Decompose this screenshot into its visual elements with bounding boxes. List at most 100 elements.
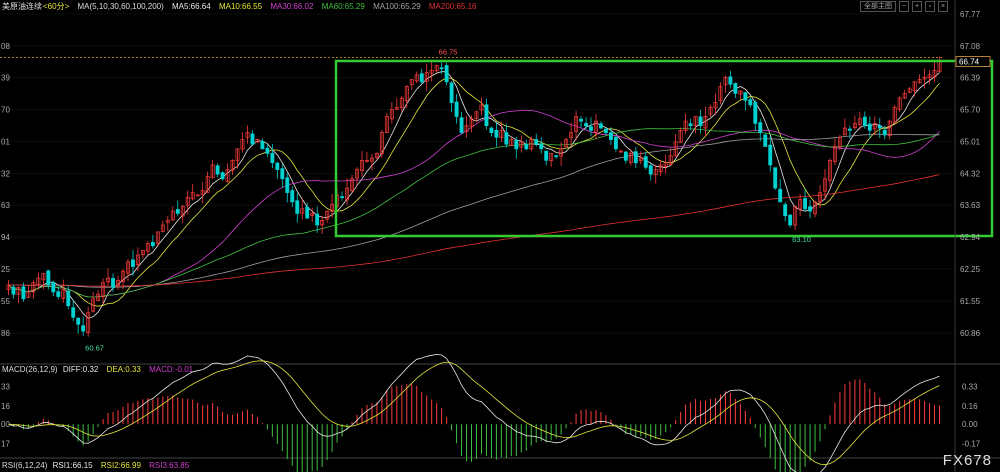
candle-body	[454, 101, 459, 117]
candle-body	[290, 190, 295, 203]
plus-icon[interactable]: +	[912, 1, 922, 12]
candle-body	[808, 206, 813, 212]
right-axis-tick: 64.32	[960, 169, 981, 178]
candle-body	[743, 92, 748, 101]
candle-body	[150, 242, 155, 247]
left-axis-tick: 01	[1, 137, 10, 146]
candle-body	[603, 128, 608, 133]
rsi-params: RSI(6,12,24)	[2, 461, 48, 470]
candle-body	[788, 214, 793, 226]
candle-body	[758, 122, 763, 133]
minus-icon[interactable]: −	[899, 1, 909, 12]
macd-value: MACD:-0.01	[149, 365, 194, 374]
right-axis-tick: 60.86	[960, 329, 981, 338]
candle-body	[733, 83, 738, 94]
candle-body	[633, 151, 638, 164]
ma5-value: MA5:66.64	[172, 2, 211, 11]
left-axis-tick: 55	[1, 297, 10, 306]
ma-line-ma10	[8, 77, 940, 307]
macd-left-tick: 33	[1, 382, 10, 391]
candle-body	[260, 140, 265, 150]
right-axis-tick: 62.94	[960, 233, 981, 242]
candle-body	[459, 117, 464, 133]
candle-body	[494, 129, 499, 138]
candle-body	[599, 123, 603, 129]
macd-dea: DEA:0.33	[106, 365, 141, 374]
watermark-logo: FX678	[942, 452, 992, 469]
candle-body	[773, 167, 778, 189]
candle-body	[554, 155, 559, 157]
candle-body	[285, 177, 290, 194]
macd-legend: MACD(26,12,9) DIFF:0.32 DEA:0.33 MACD:-0…	[2, 365, 199, 375]
right-axis-tick: 67.77	[960, 10, 981, 19]
right-axis-tick: 65.70	[960, 106, 981, 115]
symbol-title: 美原油连续	[2, 2, 42, 11]
ma200-value: MA200:65.16	[428, 2, 477, 11]
ma10-value: MA10:66.55	[218, 2, 263, 11]
chart-canvas[interactable]: 60.6766.7563.1067.0166.74 67.7767.080866…	[0, 0, 1000, 472]
macd-axis-tick: 0.33	[962, 382, 978, 391]
candle-body	[728, 76, 733, 85]
candle-body	[195, 194, 200, 197]
candle-body	[504, 132, 509, 145]
macd-left-tick: 16	[1, 402, 10, 411]
candle-body	[46, 270, 51, 286]
candle-body	[305, 206, 310, 219]
last-price-value: 66.74	[959, 58, 980, 67]
macd-axis-tick: 0.00	[962, 420, 978, 429]
macd-params: MACD(26,12,9)	[2, 365, 58, 374]
rsi-legend: RSI(6,12,24) RSI1:66.15 RSI2:66.99 RSI3:…	[2, 461, 195, 471]
price-extreme-label: 60.67	[85, 343, 104, 352]
period-label: <60分>	[43, 2, 70, 11]
chart-toolbar: 全部主图 − + ▫ ×	[860, 1, 948, 12]
candle-body	[444, 65, 449, 83]
price-extreme-label: 66.75	[439, 47, 458, 56]
candle-body	[514, 140, 519, 150]
candle-body	[847, 128, 852, 131]
candle-body	[763, 134, 768, 147]
window-icon[interactable]: ▫	[925, 1, 935, 12]
close-icon[interactable]: ×	[938, 1, 948, 12]
candle-body	[648, 165, 653, 175]
candle-body	[51, 282, 56, 293]
candle-body	[803, 198, 808, 210]
candle-body	[340, 196, 345, 198]
ma60-value: MA60:65.29	[321, 2, 365, 11]
right-axis-tick: 66.39	[960, 74, 981, 83]
candle-body	[748, 99, 753, 106]
candle-body	[589, 126, 593, 131]
ma-line-ma200	[8, 174, 940, 287]
main-legend: 美原油连续<60分> MA(5,10,30,60,100,200) MA5:66…	[2, 2, 482, 12]
range-select-button[interactable]: 全部主图	[860, 1, 896, 12]
candle-body	[215, 165, 220, 175]
candle-body	[76, 317, 81, 325]
candle-body	[220, 172, 225, 180]
candle-body	[66, 290, 71, 307]
candle-body	[862, 116, 867, 127]
right-axis-tick: 67.08	[960, 42, 981, 51]
price-extreme-label: 63.10	[792, 235, 811, 244]
candle-body	[439, 67, 444, 70]
candle-body	[489, 127, 494, 133]
macd-axis-tick: 0.16	[962, 402, 978, 411]
candle-body	[270, 152, 275, 164]
left-axis-tick: 39	[1, 74, 10, 83]
candle-body	[608, 132, 613, 140]
candle-body	[111, 278, 115, 288]
candle-body	[753, 102, 758, 124]
left-axis-tick: 08	[1, 42, 10, 51]
candle-body	[877, 125, 882, 129]
candle-body	[265, 147, 270, 154]
rsi2-value: RSI2:66.99	[100, 461, 141, 470]
right-axis-tick: 61.55	[960, 297, 981, 306]
price-annotations: 60.6766.7563.1067.0166.74	[85, 47, 991, 352]
macd-diff: DIFF:0.32	[62, 365, 99, 374]
candle-body	[56, 291, 61, 297]
candle-body	[295, 200, 300, 214]
left-axis-tick: 94	[1, 233, 10, 242]
ma100-value: MA100:65.29	[373, 2, 421, 11]
rsi3-value: RSI3:63.85	[149, 461, 190, 470]
candle-body	[524, 144, 529, 150]
left-axis-tick: 25	[1, 265, 10, 274]
left-axis-tick: 86	[1, 329, 10, 338]
